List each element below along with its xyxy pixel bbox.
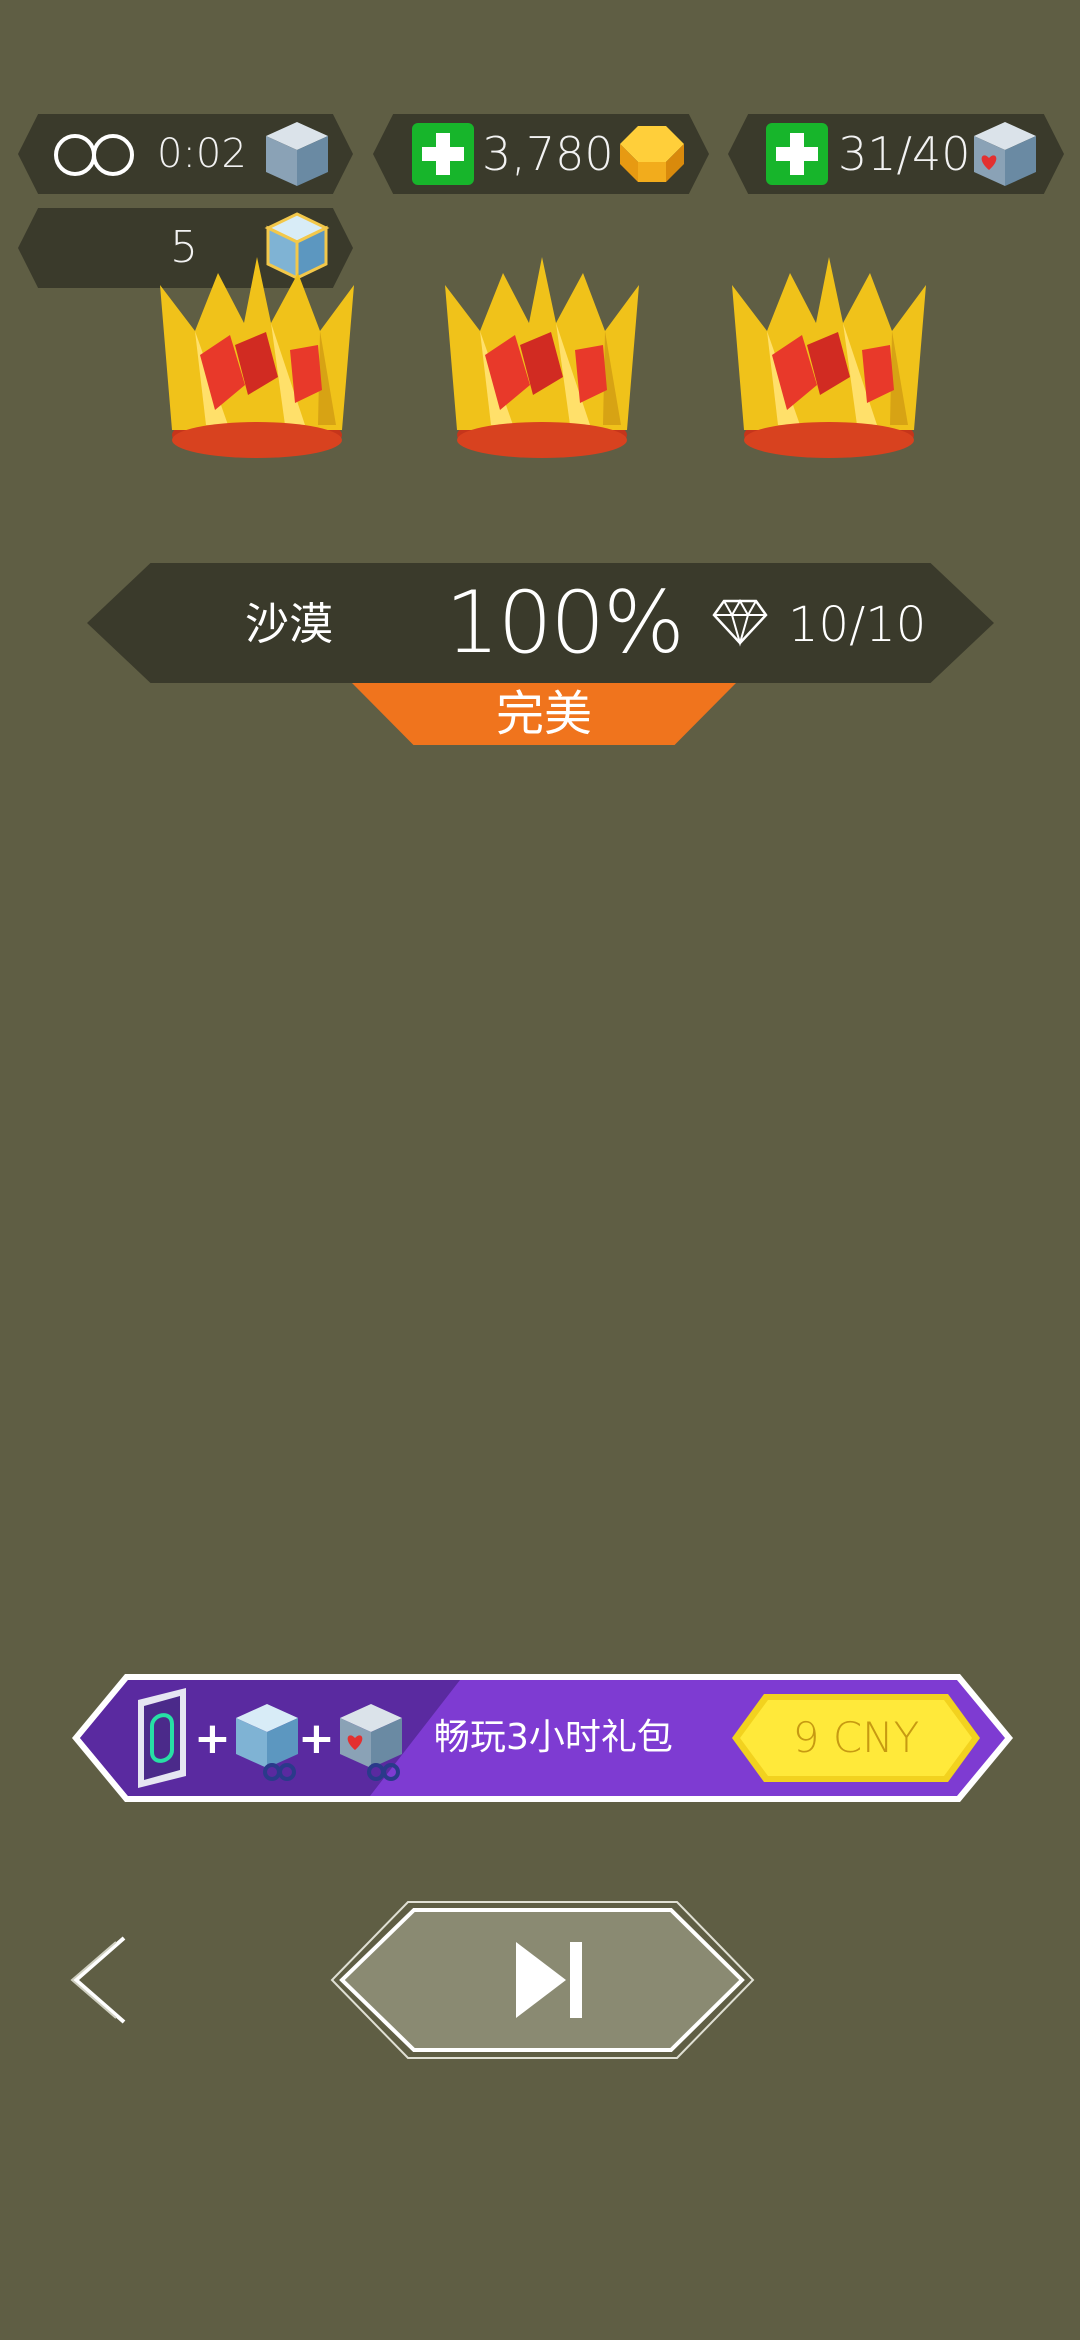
crown-icon-3 [732,257,926,458]
infinity-icon [54,134,134,176]
chevron-left-icon[interactable] [66,1930,136,2030]
portal-frame-icon [138,1688,186,1788]
crown-icon-1 [160,257,354,458]
plus-icon [776,133,818,175]
plus-icon [422,133,464,175]
coins-value: 3,780 [482,127,614,181]
gems-collected: 10/10 [788,597,927,653]
heart-cube-icon [340,1704,402,1781]
promo-title: 畅玩3小时礼包 [434,1717,673,1758]
heart-cube-icon [974,122,1036,186]
rating-label: 完美 [495,686,592,742]
hearts-value: 31/40 [838,127,971,181]
gold-cube-icon [620,126,684,182]
blue-cube-icon [266,122,328,186]
timer-value: 0:02 [157,131,247,177]
add-coins-button[interactable] [412,123,474,185]
plus-sign: + [298,1713,335,1764]
next-level-button[interactable] [330,1900,755,2060]
add-hearts-button[interactable] [766,123,828,185]
blue-cube-icon [236,1704,298,1781]
level-name: 沙漠 [245,599,333,650]
diamond-icon [712,598,768,647]
completion-percent: 100% [445,573,685,673]
plus-sign: + [194,1713,231,1764]
crown-icon-2 [445,257,639,458]
price-label: 9 CNY [792,1713,920,1762]
